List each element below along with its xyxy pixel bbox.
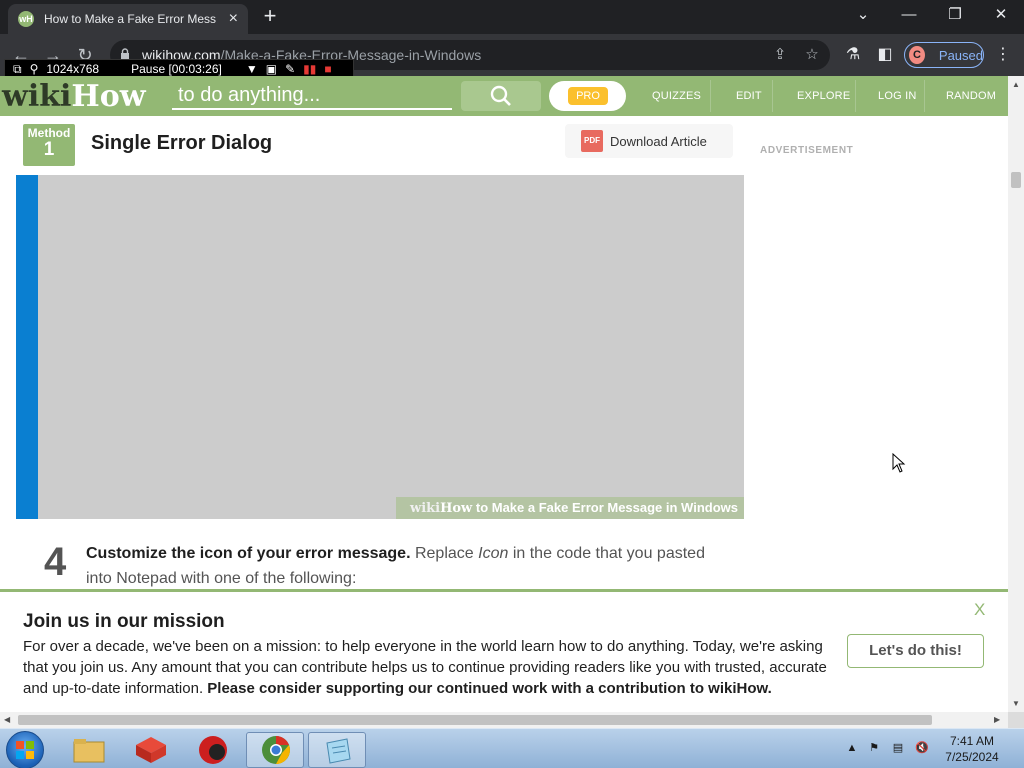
- search-input[interactable]: [172, 82, 452, 108]
- image-caption: wikiHow to Make a Fake Error Message in …: [396, 497, 744, 519]
- camera-icon[interactable]: ▣: [266, 62, 277, 76]
- mission-body: For over a decade, we've been on a missi…: [23, 638, 827, 697]
- tab-close-icon[interactable]: ×: [229, 10, 238, 28]
- nav-divider: [855, 80, 856, 112]
- recorder-window-icon[interactable]: ⧉: [13, 62, 22, 77]
- app-red-cube-icon: [136, 737, 166, 763]
- browser-tabstrip: wH How to Make a Fake Error Message in W…: [0, 0, 1024, 34]
- method-title: Single Error Dialog: [91, 132, 273, 154]
- taskbar-clock[interactable]: 7:41 AM 7/25/2024: [940, 733, 1004, 765]
- avatar: C: [909, 46, 925, 64]
- side-panel-icon[interactable]: ◧: [874, 44, 896, 66]
- taskbar-file-explorer[interactable]: [60, 732, 118, 768]
- clock-date: 7/25/2024: [945, 750, 999, 764]
- nav-random[interactable]: RANDOM: [946, 90, 996, 102]
- mission-close-button[interactable]: X: [974, 600, 985, 620]
- browser-menu-icon[interactable]: ⋮: [992, 44, 1014, 66]
- search-button[interactable]: [461, 81, 541, 111]
- notepad-icon: [326, 738, 351, 764]
- file-explorer-icon: [73, 739, 105, 763]
- windows-logo-icon: [16, 741, 34, 759]
- nav-log-in[interactable]: LOG IN: [878, 90, 917, 102]
- scroll-up-icon[interactable]: ▲: [1012, 80, 1020, 89]
- recorder-resolution: 1024x768: [46, 62, 100, 76]
- method-number: 1: [43, 139, 55, 160]
- step-image[interactable]: wikiHow to Make a Fake Error Message in …: [16, 175, 744, 519]
- bookmark-star-icon[interactable]: ☆: [802, 45, 822, 65]
- method-label: Method: [27, 126, 71, 140]
- taskbar-chrome[interactable]: [246, 732, 304, 768]
- start-button[interactable]: [6, 731, 44, 768]
- wikihow-logo[interactable]: wikiHow: [2, 79, 146, 114]
- tab-title: How to Make a Fake Error Message in Wind…: [44, 12, 216, 26]
- page-viewport: wikiHow PRO QUIZZES EDIT EXPLORE LOG IN …: [0, 76, 1008, 712]
- minimize-button[interactable]: —: [894, 4, 924, 28]
- profile-status: Paused: [938, 47, 983, 63]
- method-badge: Method 1: [23, 124, 75, 166]
- vertical-scroll-thumb[interactable]: [1011, 172, 1021, 188]
- step-text: Customize the icon of your error message…: [86, 545, 705, 587]
- step-number: 4: [44, 540, 67, 584]
- search-icon: [490, 85, 511, 106]
- dropdown-icon[interactable]: ▼: [246, 62, 258, 76]
- scrollbar-corner: [1008, 712, 1024, 728]
- mission-banner: Join us in our mission For over a decade…: [0, 589, 1008, 712]
- clock-time: 7:41 AM: [949, 734, 995, 748]
- chrome-icon: [262, 736, 290, 764]
- browser-tab[interactable]: wH How to Make a Fake Error Message in W…: [8, 4, 248, 34]
- app-red-ball-icon: [199, 736, 227, 764]
- search-field: [172, 82, 452, 110]
- profile-button[interactable]: C Paused: [904, 42, 984, 68]
- nav-edit[interactable]: EDIT: [736, 90, 762, 102]
- labs-flask-icon[interactable]: ⚗: [842, 44, 864, 66]
- wikihow-favicon-icon: wH: [18, 11, 34, 27]
- scroll-right-icon[interactable]: ▶: [994, 715, 1000, 724]
- nav-quizzes[interactable]: QUIZZES: [652, 90, 701, 102]
- close-window-button[interactable]: ✕: [986, 4, 1016, 28]
- wikihow-header: wikiHow PRO QUIZZES EDIT EXPLORE LOG IN …: [0, 76, 1008, 116]
- lets-do-this-button[interactable]: Let's do this!: [847, 634, 984, 668]
- taskbar-app-cube[interactable]: [122, 732, 180, 768]
- network-icon[interactable]: ▤: [891, 741, 905, 755]
- share-icon[interactable]: ⇪: [770, 45, 790, 65]
- windows-taskbar: ▲ ⚑ ▤ 🔇 7:41 AM 7/25/2024: [0, 728, 1024, 768]
- image-left-bar: [16, 175, 38, 519]
- nav-divider: [924, 80, 925, 112]
- restore-button[interactable]: ❐: [940, 4, 970, 28]
- action-center-flag-icon[interactable]: ⚑: [867, 741, 881, 755]
- mouse-cursor-icon: [892, 453, 906, 473]
- pencil-icon[interactable]: ✎: [285, 62, 295, 76]
- scroll-down-icon[interactable]: ▼: [1012, 699, 1020, 708]
- scroll-left-icon[interactable]: ◀: [4, 715, 10, 724]
- horizontal-scroll-thumb[interactable]: [18, 715, 932, 725]
- pro-button[interactable]: PRO: [549, 81, 626, 111]
- show-hidden-icons-icon[interactable]: ▲: [845, 741, 859, 755]
- advertisement-label: ADVERTISEMENT: [760, 145, 854, 156]
- pdf-icon: PDF: [581, 130, 603, 152]
- vertical-scrollbar[interactable]: ▲ ▼: [1008, 76, 1024, 712]
- pro-badge: PRO: [568, 87, 608, 105]
- nav-divider: [710, 80, 711, 112]
- mission-title: Join us in our mission: [23, 611, 225, 632]
- volume-muted-icon[interactable]: 🔇: [915, 741, 929, 755]
- recorder-status: Pause [00:03:26]: [131, 62, 222, 76]
- tab-search-chevron-icon[interactable]: ⌄: [848, 4, 878, 28]
- download-article-button[interactable]: PDF Download Article: [565, 124, 733, 158]
- nav-divider: [772, 80, 773, 112]
- pause-icon[interactable]: ▮▮: [303, 62, 316, 76]
- new-tab-button[interactable]: +: [258, 4, 282, 30]
- horizontal-scrollbar[interactable]: ◀ ▶: [0, 712, 1008, 728]
- nav-explore[interactable]: EXPLORE: [797, 90, 850, 102]
- download-label: Download Article: [610, 133, 707, 149]
- stop-icon[interactable]: ■: [324, 62, 331, 76]
- zoom-icon[interactable]: ⚲: [30, 62, 39, 76]
- taskbar-notepad[interactable]: [308, 732, 366, 768]
- taskbar-app-ball[interactable]: [184, 732, 242, 768]
